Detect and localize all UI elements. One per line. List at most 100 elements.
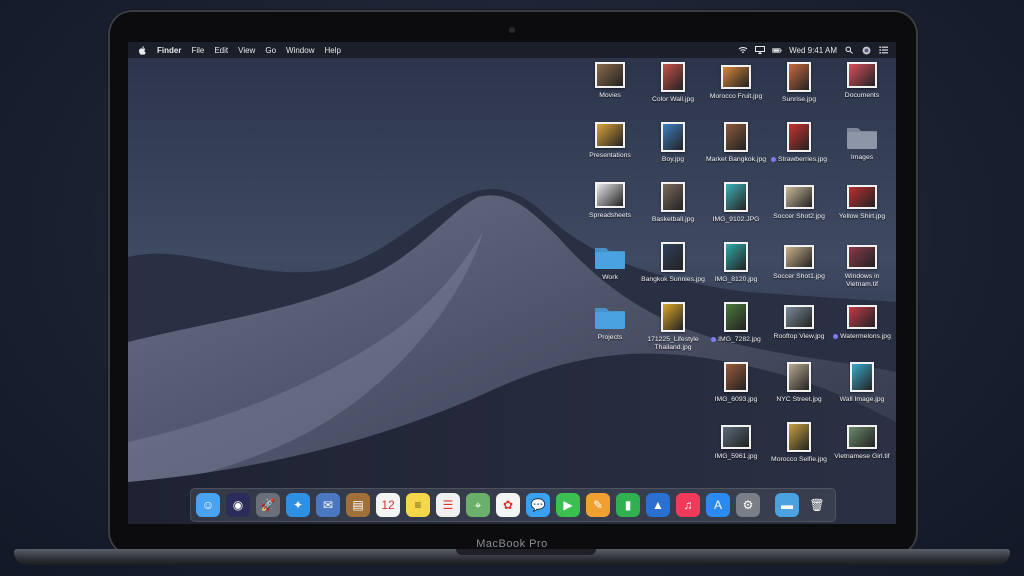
desktop-item-color-wall-jpg[interactable]: Color Wall.jpg [641,62,705,104]
desktop-item-img-6093-jpg[interactable]: IMG_6093.jpg [704,362,768,404]
notification-center-icon[interactable] [878,45,888,55]
wifi-icon[interactable] [738,45,748,55]
siri-menu-icon[interactable] [861,45,871,55]
desktop-item-171225-lifestyle-thailand-jpg[interactable]: 171225_Lifestyle Thailand.jpg [641,302,705,352]
desktop-item-label: Morocco Selfie.jpg [767,456,831,464]
desktop-item-img-8120-jpg[interactable]: IMG_8120.jpg [704,242,768,284]
desktop-item-wall-image-jpg[interactable]: Wall Image.jpg [830,362,894,404]
desktop-item-label: Documents [830,92,894,100]
desktop-item-movies[interactable]: Movies [578,62,642,100]
dock-glyph: ✉ [322,498,334,512]
image-thumbnail-icon [784,305,814,329]
numbers-icon[interactable]: ▮ [616,493,640,517]
desktop-item-images[interactable]: Images [830,122,894,162]
reminders-icon[interactable]: ☰ [436,493,460,517]
desktop-item-img-9102-jpg[interactable]: IMG_9102.JPG [704,182,768,224]
tag-dot-icon [833,333,839,339]
calendar-icon[interactable]: 12 [376,493,400,517]
dock-glyph: ✦ [292,498,304,512]
notes-icon[interactable]: ≡ [406,493,430,517]
desktop-item-text: Work [602,274,618,281]
desktop-item-text: IMG_9102.JPG [712,216,760,223]
stack-icon [595,182,625,208]
desktop-item-label: Yellow Shirt.jpg [830,213,894,221]
dock-right-section: ▬ 🗑 [775,493,835,517]
desktop-item-text: NYC Street.jpg [776,396,822,403]
maps-icon[interactable]: ⌖ [466,493,490,517]
dock-glyph: ☰ [442,498,454,512]
desktop-item-morocco-fruit-jpg[interactable]: Morocco Fruit.jpg [704,62,768,101]
pages-icon[interactable]: ✎ [586,493,610,517]
desktop-item-spreadsheets[interactable]: Spreadsheets [578,182,642,220]
battery-icon[interactable] [772,45,782,55]
finder-icon[interactable]: ☺ [196,493,220,517]
contacts-icon[interactable]: ▤ [346,493,370,517]
trash-icon[interactable]: 🗑 [805,493,829,517]
photos-icon[interactable]: ✿ [496,493,520,517]
safari-icon[interactable]: ✦ [286,493,310,517]
desktop-item-yellow-shirt-jpg[interactable]: Yellow Shirt.jpg [830,182,894,221]
desktop-item-img-5961-jpg[interactable]: IMG_5961.jpg [704,422,768,461]
desktop-item-bangkok-sunnies-jpg[interactable]: Bangkok Sunnies.jpg [641,242,705,284]
dock-glyph: ♫ [683,498,693,512]
desktop-item-vietnamese-girl-tif[interactable]: Vietnamese Girl.tif [830,422,894,461]
desktop-item-label: IMG_9102.JPG [704,216,768,224]
desktop-item-label: Watermelons.jpg [830,333,894,341]
menu-view[interactable]: View [238,46,255,55]
airplay-icon[interactable] [755,45,766,55]
menu-window[interactable]: Window [286,46,314,55]
desktop-item-label: Windows in Vietnam.tif [830,273,894,289]
desktop-item-watermelons-jpg[interactable]: Watermelons.jpg [830,302,894,341]
camera [509,27,515,33]
desktop-item-projects[interactable]: Projects [578,302,642,342]
spotlight-search-icon[interactable] [844,45,854,55]
downloads-folder-icon[interactable]: ▬ [775,493,799,517]
menu-file[interactable]: File [191,46,204,55]
dock-apps: ☺ ◉ 🚀 ✦ ✉ ▤ 12 ≡ ☰ ⌖ ✿ 💬 ▶ ✎ ▮ ▲ ♫ A ⚙ [196,493,766,517]
desktop-item-presentations[interactable]: Presentations [578,122,642,160]
desktop-item-label: Soccer Shot1.jpg [767,273,831,281]
menu-clock[interactable]: Wed 9:41 AM [789,46,837,55]
desktop-item-market-bangkok-jpg[interactable]: Market Bangkok.jpg [704,122,768,164]
desktop-item-soccer-shot1-jpg[interactable]: Soccer Shot1.jpg [767,242,831,281]
desktop-item-work[interactable]: Work [578,242,642,282]
messages-icon[interactable]: 💬 [526,493,550,517]
image-thumbnail-icon [787,62,811,92]
app-store-icon[interactable]: A [706,493,730,517]
desktop-item-text: Documents [844,92,880,99]
desktop-item-label: Sunrise.jpg [767,96,831,104]
desktop-item-text: Strawberries.jpg [777,156,828,163]
desktop-item-label: NYC Street.jpg [767,396,831,404]
menu-app-name[interactable]: Finder [157,46,181,55]
desktop-item-boy-jpg[interactable]: Boy.jpg [641,122,705,164]
image-thumbnail-icon [724,302,748,332]
menu-edit[interactable]: Edit [214,46,228,55]
desktop-item-strawberries-jpg[interactable]: Strawberries.jpg [767,122,831,164]
desktop-item-img-7282-jpg[interactable]: IMG_7282.jpg [704,302,768,344]
desktop-item-rooftop-view-jpg[interactable]: Rooftop View.jpg [767,302,831,341]
dock-glyph: ✿ [502,498,514,512]
siri-icon[interactable]: ◉ [226,493,250,517]
desktop-item-windows-in-vietnam-tif[interactable]: Windows in Vietnam.tif [830,242,894,289]
desktop-item-text: Soccer Shot2.jpg [773,213,825,220]
system-preferences-icon[interactable]: ⚙ [736,493,760,517]
desktop-item-documents[interactable]: Documents [830,62,894,100]
menu-help[interactable]: Help [324,46,340,55]
image-thumbnail-icon [661,182,685,212]
desktop-item-morocco-selfie-jpg[interactable]: Morocco Selfie.jpg [767,422,831,464]
desktop-item-text: IMG_8120.jpg [714,276,758,283]
keynote-icon[interactable]: ▲ [646,493,670,517]
facetime-icon[interactable]: ▶ [556,493,580,517]
menu-go[interactable]: Go [265,46,276,55]
launchpad-icon[interactable]: 🚀 [256,493,280,517]
image-thumbnail-icon [784,185,814,209]
desktop-item-basketball-jpg[interactable]: Basketball.jpg [641,182,705,224]
desktop-item-soccer-shot2-jpg[interactable]: Soccer Shot2.jpg [767,182,831,221]
music-icon[interactable]: ♫ [676,493,700,517]
dock-glyph: ▲ [652,498,664,512]
image-thumbnail-icon [721,425,751,449]
mail-icon[interactable]: ✉ [316,493,340,517]
desktop-item-nyc-street-jpg[interactable]: NYC Street.jpg [767,362,831,404]
apple-menu-icon[interactable] [138,45,147,55]
desktop-item-sunrise-jpg[interactable]: Sunrise.jpg [767,62,831,104]
